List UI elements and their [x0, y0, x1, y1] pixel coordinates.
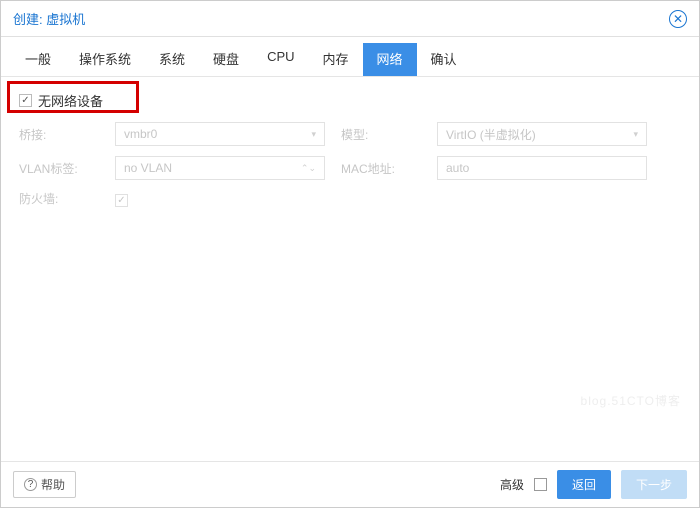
create-vm-dialog: 创建: 虚拟机 ✕ 一般 操作系统 系统 硬盘 CPU 内存 网络 确认 ✓ 无… — [0, 0, 700, 508]
mac-field[interactable]: auto — [437, 156, 647, 180]
mac-value: auto — [446, 161, 469, 175]
chevron-down-icon: ▾ — [633, 129, 638, 140]
vlan-field[interactable]: no VLAN ⌃⌄ — [115, 156, 325, 180]
advanced-label: 高级 — [500, 476, 524, 493]
footer: ? 帮助 高级 返回 下一步 — [1, 461, 699, 507]
model-value: VirtIO (半虚拟化) — [446, 126, 536, 143]
firewall-label: 防火墙: — [19, 190, 99, 207]
no-network-checkbox[interactable]: ✓ — [19, 94, 32, 107]
footer-right: 高级 返回 下一步 — [500, 470, 687, 499]
content-pane: ✓ 无网络设备 桥接: vmbr0 ▾ 模型: VirtIO (半虚拟化) ▾ … — [1, 77, 699, 461]
tab-cpu[interactable]: CPU — [253, 43, 308, 76]
tab-general[interactable]: 一般 — [11, 43, 65, 76]
close-icon[interactable]: ✕ — [669, 10, 687, 28]
model-label: 模型: — [341, 126, 421, 143]
network-form: 桥接: vmbr0 ▾ 模型: VirtIO (半虚拟化) ▾ VLAN标签: … — [19, 122, 681, 207]
firewall-cell: ✓ — [115, 191, 325, 207]
help-button[interactable]: ? 帮助 — [13, 471, 76, 498]
vlan-value: no VLAN — [124, 161, 172, 175]
window-title: 创建: 虚拟机 — [13, 9, 85, 28]
vlan-label: VLAN标签: — [19, 160, 99, 177]
tab-disk[interactable]: 硬盘 — [199, 43, 253, 76]
titlebar: 创建: 虚拟机 ✕ — [1, 1, 699, 37]
tab-confirm[interactable]: 确认 — [417, 43, 471, 76]
help-icon: ? — [24, 478, 37, 491]
chevron-down-icon: ▾ — [311, 129, 316, 140]
advanced-checkbox[interactable] — [534, 478, 547, 491]
help-label: 帮助 — [41, 476, 65, 493]
stepper-icon: ⌃⌄ — [301, 163, 316, 174]
no-network-label: 无网络设备 — [38, 91, 103, 110]
back-button[interactable]: 返回 — [557, 470, 611, 499]
firewall-checkbox[interactable]: ✓ — [115, 194, 128, 207]
tab-system[interactable]: 系统 — [145, 43, 199, 76]
next-button: 下一步 — [621, 470, 687, 499]
tab-network[interactable]: 网络 — [363, 43, 417, 76]
bridge-label: 桥接: — [19, 126, 99, 143]
mac-label: MAC地址: — [341, 160, 421, 177]
no-network-row: ✓ 无网络设备 — [19, 91, 681, 110]
bridge-value: vmbr0 — [124, 127, 157, 141]
tab-os[interactable]: 操作系统 — [65, 43, 145, 76]
model-select[interactable]: VirtIO (半虚拟化) ▾ — [437, 122, 647, 146]
bridge-select[interactable]: vmbr0 ▾ — [115, 122, 325, 146]
wizard-tabs: 一般 操作系统 系统 硬盘 CPU 内存 网络 确认 — [1, 37, 699, 77]
tab-memory[interactable]: 内存 — [309, 43, 363, 76]
watermark: blog.51CTO博客 — [581, 392, 681, 409]
